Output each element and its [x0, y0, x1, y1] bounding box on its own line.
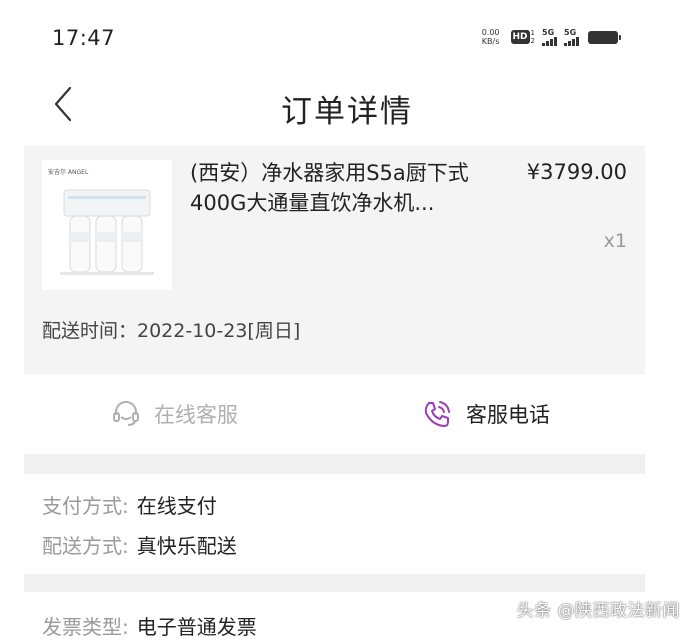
product-card[interactable]: 安吉尔 ANGEL (西安）净水器家用S5a厨下式400G大通量直饮净水机...…: [24, 146, 645, 374]
nav-bar: 订单详情: [0, 70, 694, 142]
status-bar: 17:47 0.00 KB/s HD 1 2 5G 5G: [0, 0, 694, 70]
online-service-button[interactable]: 在线客服: [110, 374, 238, 454]
hd-sub-bottom: 2: [530, 37, 535, 45]
product-name[interactable]: (西安）净水器家用S5a厨下式400G大通量直饮净水机...: [190, 158, 510, 218]
signal-icon-1: 5G: [542, 28, 557, 46]
invoice-type-label: 发票类型:: [42, 615, 129, 639]
hd-label: HD: [510, 30, 530, 44]
payment-method-label: 支付方式:: [42, 494, 129, 518]
signal-label-2: 5G: [564, 28, 577, 37]
delivery-method-value: 真快乐配送: [136, 534, 237, 558]
delivery-method-row: 配送方式: 真快乐配送: [42, 530, 237, 559]
payment-method-value: 在线支付: [136, 494, 217, 518]
status-icons: 0.00 KB/s HD 1 2 5G 5G: [482, 28, 621, 46]
online-service-label: 在线客服: [154, 403, 238, 427]
battery-icon: [588, 30, 621, 44]
signal-label-1: 5G: [542, 28, 555, 37]
phone-service-label: 客服电话: [466, 403, 550, 427]
status-time: 17:47: [52, 26, 116, 50]
network-speed: 0.00 KB/s: [482, 28, 500, 46]
product-price: ¥3799.00: [526, 160, 627, 184]
hd-sub-top: 1: [530, 29, 535, 37]
product-image[interactable]: 安吉尔 ANGEL: [42, 160, 172, 290]
section-divider: [24, 454, 645, 474]
signal-icon-2: 5G: [564, 28, 579, 46]
delivery-time: 配送时间：2022-10-23[周日]: [42, 320, 301, 342]
network-speed-value: 0.00: [481, 28, 500, 37]
invoice-type-value: 电子普通发票: [136, 615, 257, 639]
invoice-type-row: 发票类型: 电子普通发票: [42, 611, 257, 640]
watermark: 头条 @陕西政法新闻: [516, 601, 680, 621]
water-purifier-image: 安吉尔 ANGEL: [48, 168, 154, 275]
product-quantity: x1: [603, 230, 627, 252]
phone-icon: [424, 401, 450, 427]
page-title: 订单详情: [281, 94, 413, 130]
delivery-method-label: 配送方式:: [42, 534, 129, 558]
section-divider: [24, 574, 645, 592]
product-brand-text: 安吉尔 ANGEL: [48, 168, 89, 176]
headset-icon: [113, 401, 139, 426]
network-speed-unit: KB/s: [481, 37, 500, 46]
hd-icon: HD 1 2: [510, 29, 535, 45]
payment-method-row: 支付方式: 在线支付: [42, 490, 217, 519]
service-row: 在线客服 客服电话: [24, 374, 645, 454]
phone-service-button[interactable]: 客服电话: [420, 374, 550, 454]
